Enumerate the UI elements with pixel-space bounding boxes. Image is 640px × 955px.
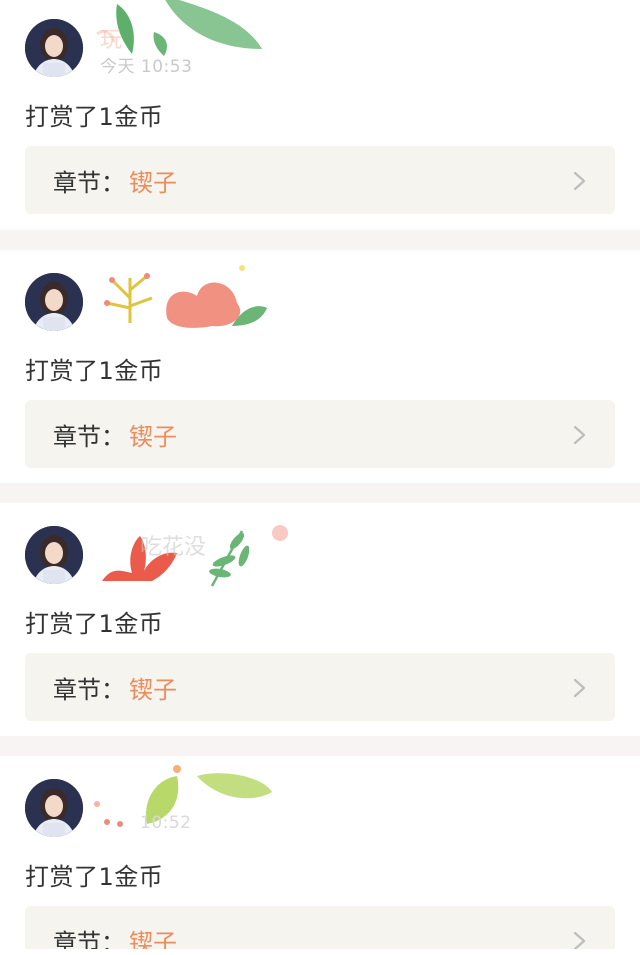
chevron-right-icon <box>573 931 586 949</box>
chevron-right-icon <box>573 425 586 445</box>
decoration-flower-icon <box>104 265 267 328</box>
chevron-right-icon <box>573 678 586 698</box>
divider <box>0 230 640 250</box>
timestamp: 10:52 <box>140 813 192 833</box>
chapter-name: 锲子 <box>129 168 177 197</box>
avatar[interactable] <box>25 779 83 837</box>
avatar[interactable] <box>25 526 83 584</box>
chapter-link[interactable]: 章节： 锲子 <box>25 146 615 214</box>
reward-action: 打赏了1金币 <box>25 103 164 131</box>
chapter-name: 锲子 <box>129 422 177 451</box>
timestamp: 今天 10:53 <box>100 57 193 77</box>
reward-action: 打赏了1金币 <box>25 863 164 891</box>
reward-item: 玩 今天 10:53 打赏了1金币 章节： 锲子 <box>0 0 640 230</box>
reward-item: 吃花没 打赏了1金币 章节： 锲子 <box>0 503 640 736</box>
avatar[interactable] <box>25 273 83 331</box>
avatar[interactable] <box>25 19 83 77</box>
user-name[interactable]: 吃花没 <box>140 529 206 561</box>
chapter-label: 章节： <box>53 168 125 197</box>
chapter-link[interactable]: 章节： 锲子 <box>25 906 615 949</box>
chapter-label: 章节： <box>53 675 125 704</box>
chapter-link[interactable]: 章节： 锲子 <box>25 653 615 721</box>
chapter-name: 锲子 <box>129 675 177 704</box>
chapter-link[interactable]: 章节： 锲子 <box>25 400 615 468</box>
chevron-right-icon <box>573 171 586 191</box>
chapter-label: 章节： <box>53 928 125 950</box>
divider <box>0 736 640 756</box>
chapter-name: 锲子 <box>129 928 177 950</box>
reward-item: 10:52 打赏了1金币 章节： 锲子 <box>0 756 640 949</box>
decoration-leaf-icon <box>94 765 272 827</box>
user-name[interactable]: 玩 <box>100 22 122 54</box>
divider <box>0 483 640 503</box>
reward-action: 打赏了1金币 <box>25 357 164 385</box>
reward-action: 打赏了1金币 <box>25 610 164 638</box>
reward-feed: 玩 今天 10:53 打赏了1金币 章节： 锲子 打赏了1金币 章节： 锲子 吃… <box>0 0 640 949</box>
chapter-label: 章节： <box>53 422 125 451</box>
reward-item: 打赏了1金币 章节： 锲子 <box>0 250 640 483</box>
